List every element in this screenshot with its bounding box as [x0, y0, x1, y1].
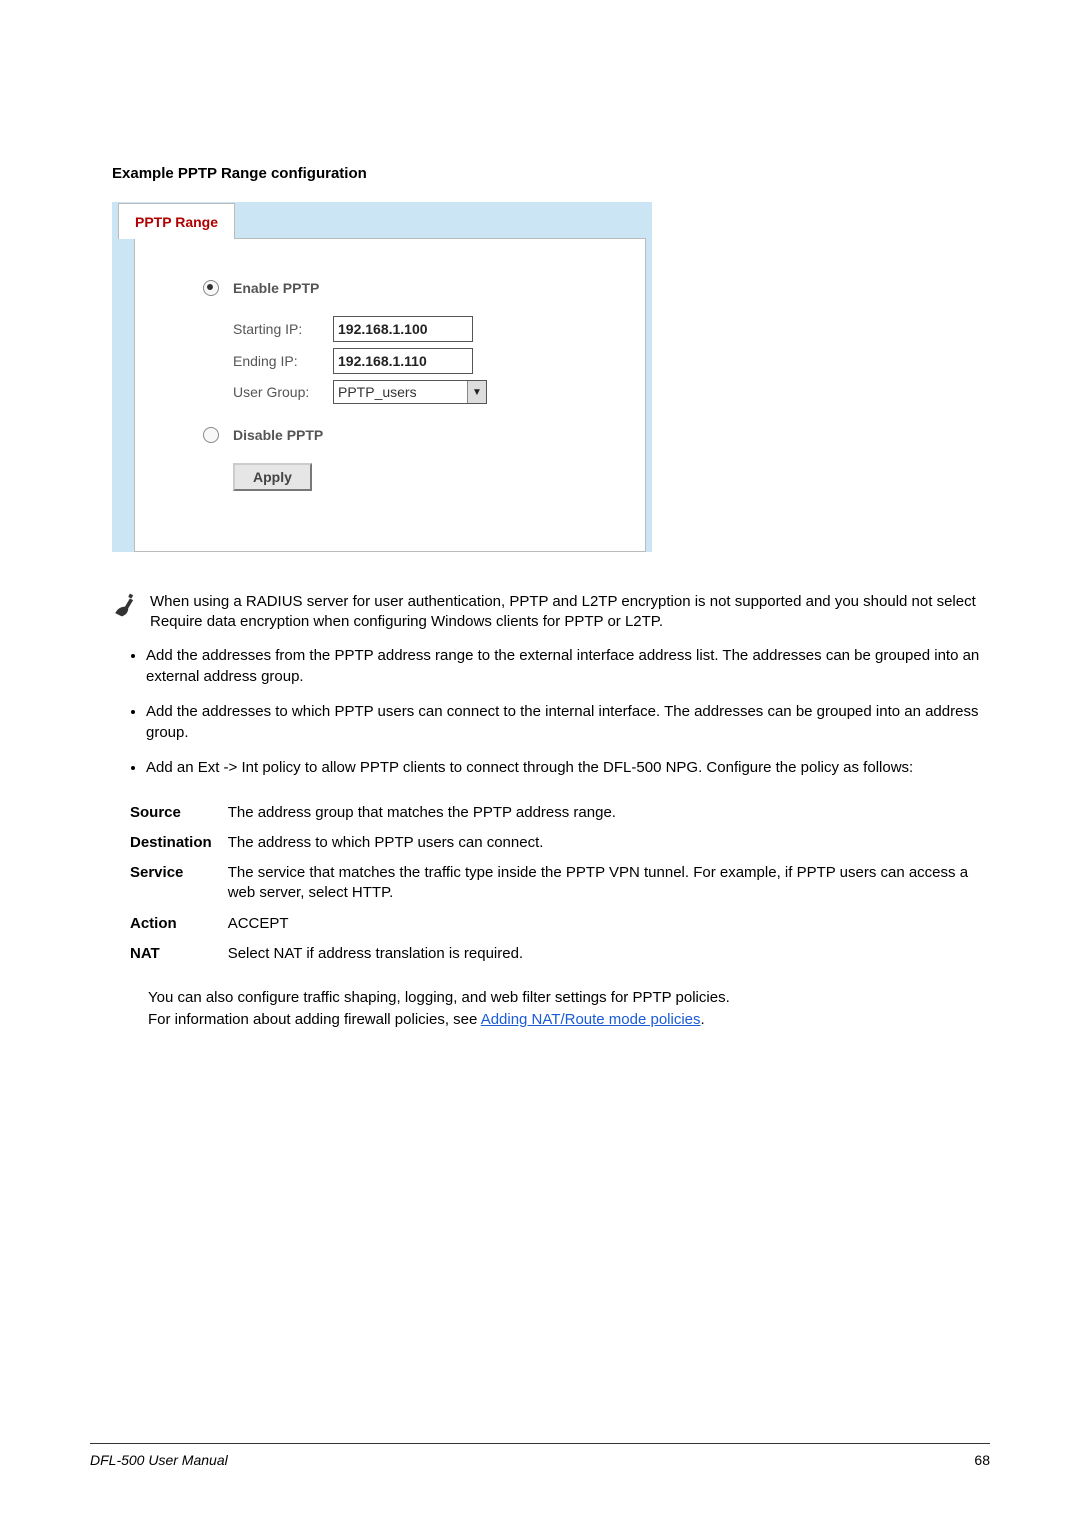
source-key: Source [130, 798, 228, 828]
list-item: Add the addresses from the PPTP address … [146, 645, 990, 687]
table-row: Service The service that matches the tra… [130, 858, 990, 909]
table-row: Source The address group that matches th… [130, 798, 990, 828]
disable-pptp-label: Disable PPTP [233, 427, 323, 443]
footer-page-number: 68 [974, 1452, 990, 1468]
action-value: ACCEPT [228, 909, 990, 939]
starting-ip-input[interactable] [333, 316, 473, 342]
tab-pptp-range[interactable]: PPTP Range [118, 203, 235, 239]
policy-table: Source The address group that matches th… [130, 798, 990, 970]
radio-disable-pptp[interactable] [203, 427, 219, 443]
user-group-label: User Group: [233, 384, 333, 400]
ending-ip-input[interactable] [333, 348, 473, 374]
destination-key: Destination [130, 828, 228, 858]
config-screenshot: PPTP Range Enable PPTP Starting IP: Endi… [112, 202, 652, 552]
chevron-down-icon: ▼ [467, 381, 486, 403]
note-text: When using a RADIUS server for user auth… [150, 592, 990, 633]
table-row: NAT Select NAT if address translation is… [130, 939, 990, 969]
enable-pptp-label: Enable PPTP [233, 280, 319, 296]
destination-value: The address to which PPTP users can conn… [228, 828, 990, 858]
tab-label: PPTP Range [135, 214, 218, 230]
page-footer: DFL-500 User Manual 68 [90, 1443, 990, 1468]
note-block: When using a RADIUS server for user auth… [112, 592, 990, 633]
service-value: The service that matches the traffic typ… [228, 858, 990, 909]
table-row: Destination The address to which PPTP us… [130, 828, 990, 858]
list-item: Add the addresses to which PPTP users ca… [146, 701, 990, 743]
instruction-list: Add the addresses from the PPTP address … [112, 645, 990, 778]
action-key: Action [130, 909, 228, 939]
nat-key: NAT [130, 939, 228, 969]
closing-line1: You can also configure traffic shaping, … [148, 989, 730, 1006]
table-row: Action ACCEPT [130, 909, 990, 939]
nat-value: Select NAT if address translation is req… [228, 939, 990, 969]
footer-manual-title: DFL-500 User Manual [90, 1452, 228, 1468]
service-key: Service [130, 858, 228, 909]
ending-ip-label: Ending IP: [233, 353, 333, 369]
source-value: The address group that matches the PPTP … [228, 798, 990, 828]
apply-button[interactable]: Apply [233, 463, 312, 491]
user-group-select[interactable]: PPTP_users ▼ [333, 380, 487, 404]
radio-enable-pptp[interactable] [203, 280, 219, 296]
closing-paragraph: You can also configure traffic shaping, … [148, 987, 990, 1031]
list-item: Add an Ext -> Int policy to allow PPTP c… [146, 757, 990, 778]
link-adding-nat-route-policies[interactable]: Adding NAT/Route mode policies [481, 1011, 701, 1028]
example-heading: Example PPTP Range configuration [112, 165, 990, 182]
closing-prefix: For information about adding firewall po… [148, 1011, 481, 1028]
config-panel: Enable PPTP Starting IP: Ending IP: User… [134, 238, 646, 552]
note-hand-pen-icon [112, 592, 138, 618]
closing-suffix: . [701, 1011, 705, 1028]
starting-ip-label: Starting IP: [233, 321, 333, 337]
user-group-value: PPTP_users [334, 384, 467, 400]
